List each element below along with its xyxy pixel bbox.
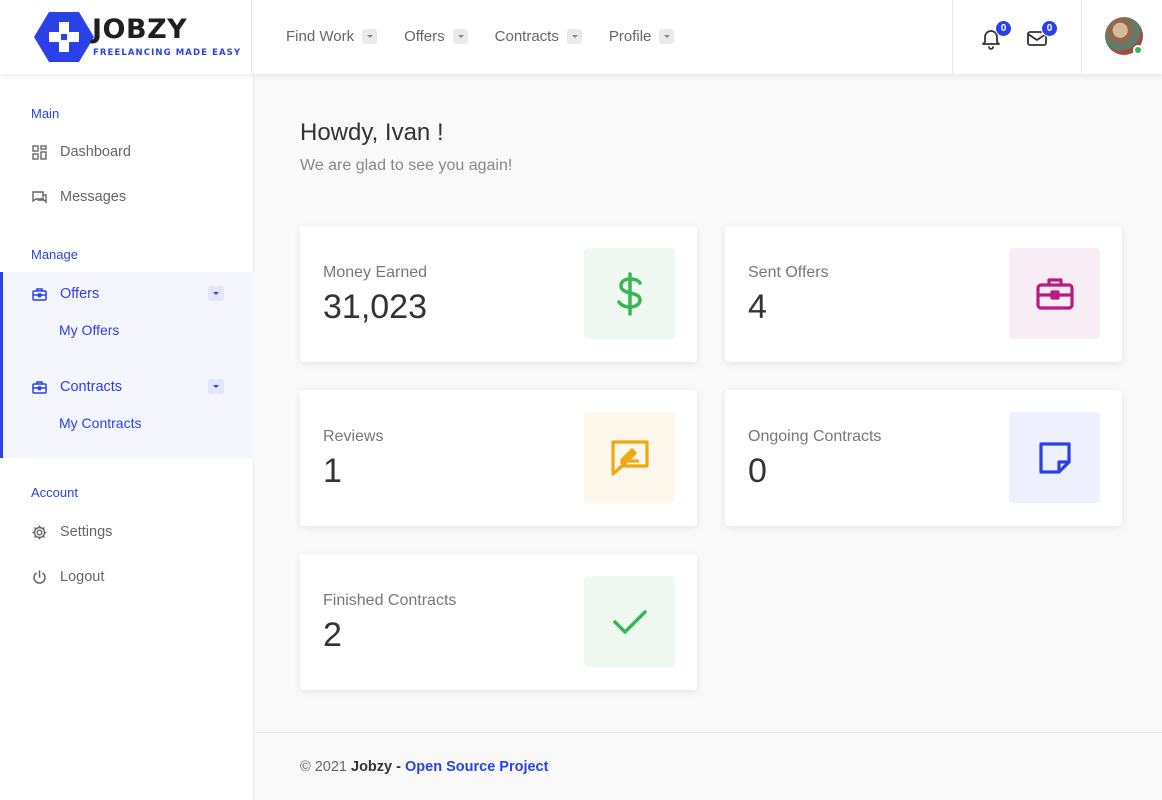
stat-icon-box [584,576,675,667]
online-status-dot [1133,45,1143,55]
briefcase-icon [1035,277,1074,310]
brand-name: JOBZY [92,14,188,45]
gear-icon [31,524,48,541]
nav-label: Find Work [286,27,355,45]
stat-label: Finished Contracts [323,592,457,609]
sidebar-subitem-my-contracts[interactable]: My Contracts [59,415,141,431]
top-header: JOBZY FREELANCING MADE EASY Find Work Of… [0,0,1162,74]
messages-badge: 0 [1041,20,1058,37]
stat-label: Money Earned [323,264,428,281]
notifications-badge: 0 [995,20,1012,37]
stat-icon-box [584,412,675,503]
chevron-down-icon [566,28,582,44]
stat-card-reviews: Reviews 1 [300,390,697,526]
section-title-manage: Manage [31,247,78,262]
section-title-account: Account [31,485,78,500]
chevron-down-icon [659,28,675,44]
nav-find-work[interactable]: Find Work [286,25,378,47]
sidebar-item-label: Contracts [60,379,123,395]
stat-label: Ongoing Contracts [748,428,882,445]
header-icons: 0 0 [952,0,1082,74]
logo[interactable]: JOBZY FREELANCING MADE EASY [0,0,252,74]
stat-card-finished-contracts: Finished Contracts 2 [300,554,697,690]
nav-profile[interactable]: Profile [609,25,675,47]
manage-group: Offers My Offers Contracts My Contracts [0,272,254,458]
nav-contracts[interactable]: Contracts [495,25,582,47]
stat-value: 0 [748,452,767,490]
sidebar-item-settings[interactable]: Settings [0,514,254,550]
sidebar-item-dashboard[interactable]: Dashboard [0,134,254,170]
review-icon [610,439,649,476]
section-title-main: Main [31,106,60,121]
main-nav: Find Work Offers Contracts Profile [286,25,701,47]
offers-toggle-icon[interactable] [208,286,224,301]
stat-value: 1 [323,452,342,490]
stat-label: Reviews [323,428,384,445]
contracts-toggle-icon[interactable] [208,379,224,394]
footer-copyright: © 2021 Jobzy - Open Source Project [300,759,548,775]
chevron-down-icon [452,28,468,44]
page-subtitle: We are glad to see you again! [300,157,513,174]
nav-label: Contracts [494,27,559,45]
nav-label: Offers [404,27,445,45]
notifications-button[interactable]: 0 [979,20,1012,50]
chat-icon [31,189,48,206]
copyright-text: © 2021 [300,759,347,775]
sidebar-item-label: Offers [60,286,100,302]
stat-icon-box [1009,412,1100,503]
sidebar-item-label: Logout [60,569,105,585]
stat-icon-box [1009,248,1100,339]
stat-card-money-earned: Money Earned 31,023 [300,226,697,362]
sidebar-subitem-my-offers[interactable]: My Offers [59,322,119,338]
stat-value: 31,023 [323,288,427,326]
dollar-icon [616,271,642,316]
open-source-link[interactable]: Open Source Project [405,759,548,775]
footer-separator: - [396,759,401,775]
page-title: Howdy, Ivan ! [300,119,444,146]
sidebar-item-label: Settings [60,524,113,540]
stat-icon-box [584,248,675,339]
sidebar: Main Dashboard Messages Manage Offers My… [0,74,254,800]
messages-button[interactable]: 0 [1025,20,1058,50]
nav-offers[interactable]: Offers [404,25,468,47]
power-icon [31,569,48,586]
stat-card-sent-offers: Sent Offers 4 [725,226,1122,362]
nav-label: Profile [608,27,652,45]
sidebar-item-label: Messages [60,189,127,205]
footer-brand: Jobzy [351,759,393,775]
stat-value: 4 [748,288,767,326]
stat-card-ongoing-contracts: Ongoing Contracts 0 [725,390,1122,526]
sidebar-item-messages[interactable]: Messages [0,179,254,215]
sidebar-item-logout[interactable]: Logout [0,559,254,595]
note-icon [1038,441,1071,474]
logo-mark-icon [34,12,94,62]
sidebar-item-label: Dashboard [60,144,131,160]
briefcase-icon [31,379,48,396]
chevron-down-icon [362,28,378,44]
stat-label: Sent Offers [748,264,829,281]
checkmark-icon [612,609,647,634]
footer: © 2021 Jobzy - Open Source Project [255,732,1162,800]
briefcase-icon [31,286,48,303]
dashboard-icon [31,144,48,161]
stat-value: 2 [323,616,342,654]
brand-tagline: FREELANCING MADE EASY [93,48,242,58]
